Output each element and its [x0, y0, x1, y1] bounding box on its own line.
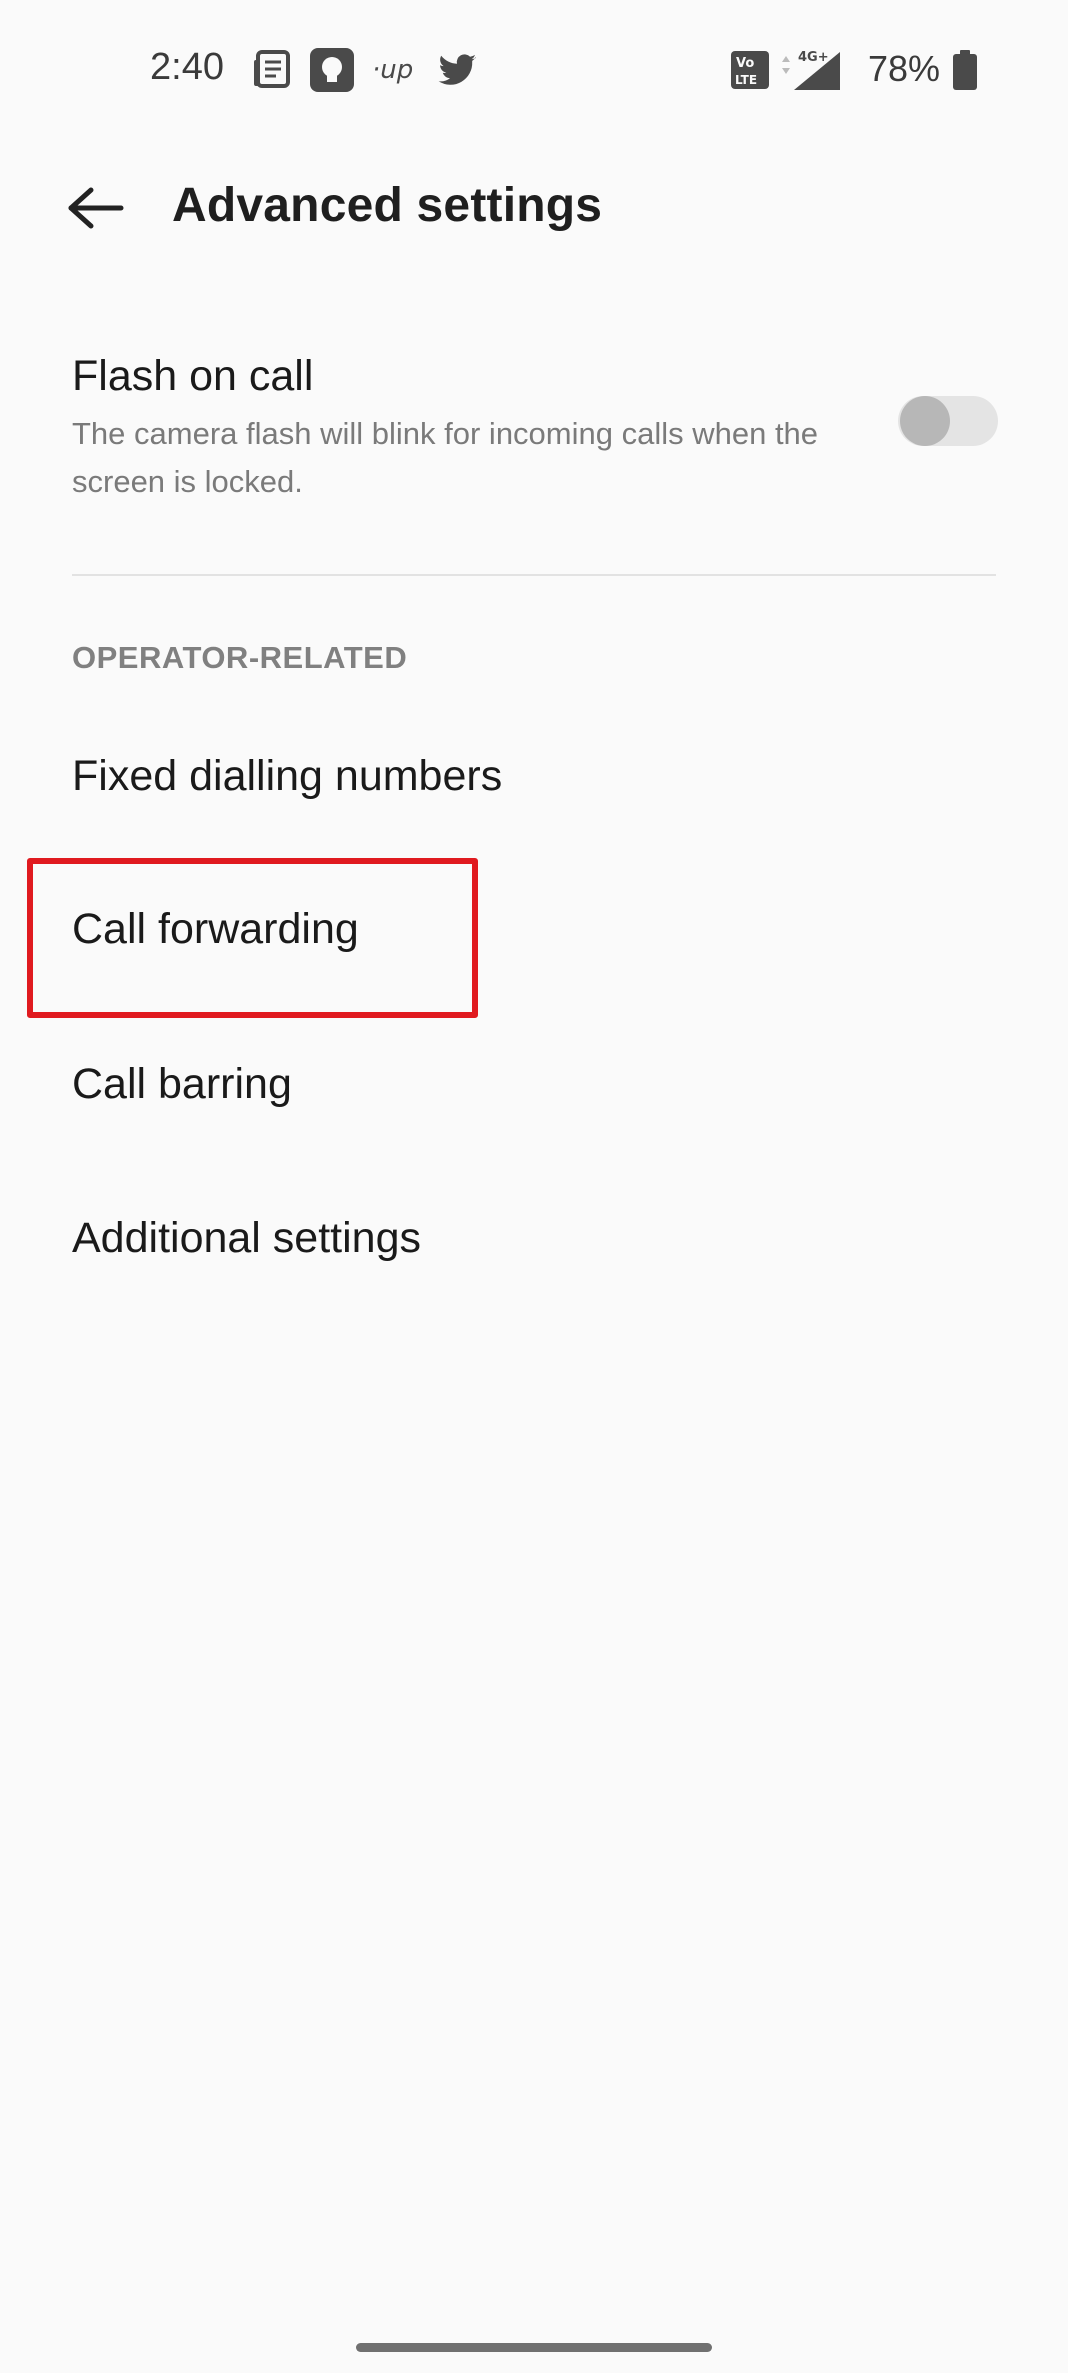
advanced-settings-screen: 2:40 ·up Vo LTE 4G+ 78% Advanced setting… — [0, 0, 1068, 2373]
up-icon: ·up — [372, 55, 413, 85]
menu-item-label: Fixed dialling numbers — [72, 752, 503, 800]
navigation-gesture-handle[interactable] — [356, 2343, 712, 2352]
twitter-icon — [438, 54, 476, 85]
fixed-dialling-numbers-item[interactable]: Fixed dialling numbers — [0, 702, 1068, 852]
news-icon — [254, 50, 290, 88]
status-time: 2:40 — [150, 46, 224, 88]
operator-related-header: OPERATOR-RELATED — [72, 640, 408, 675]
additional-settings-item[interactable]: Additional settings — [0, 1164, 1068, 1314]
svg-text:4G+: 4G+ — [798, 50, 829, 65]
menu-item-label: Call forwarding — [72, 905, 359, 953]
back-button[interactable] — [50, 168, 140, 248]
call-barring-item[interactable]: Call barring — [0, 1010, 1068, 1160]
status-bar: 2:40 ·up Vo LTE 4G+ 78% — [0, 0, 1068, 140]
divider — [72, 574, 996, 576]
page-title: Advanced settings — [172, 179, 603, 232]
menu-item-label: Additional settings — [72, 1214, 421, 1262]
flash-on-call-setting[interactable]: Flash on call The camera flash will blin… — [0, 340, 1068, 520]
4g-signal-icon: 4G+ — [782, 50, 840, 90]
flash-on-call-title: Flash on call — [72, 352, 314, 400]
bulb-icon — [310, 48, 354, 92]
svg-text:·up: ·up — [372, 55, 413, 85]
back-arrow-icon — [68, 187, 124, 229]
flash-on-call-description: The camera flash will blink for incoming… — [72, 416, 819, 499]
toggle-knob — [900, 396, 950, 446]
svg-text:LTE: LTE — [735, 73, 757, 87]
volte-icon: Vo LTE — [731, 51, 769, 89]
battery-icon — [953, 50, 977, 90]
svg-text:Vo: Vo — [736, 56, 754, 71]
call-forwarding-item[interactable]: Call forwarding — [0, 855, 1068, 1005]
menu-item-label: Call barring — [72, 1060, 292, 1108]
flash-on-call-toggle[interactable] — [898, 396, 998, 446]
battery-percentage: 78% — [868, 48, 941, 89]
